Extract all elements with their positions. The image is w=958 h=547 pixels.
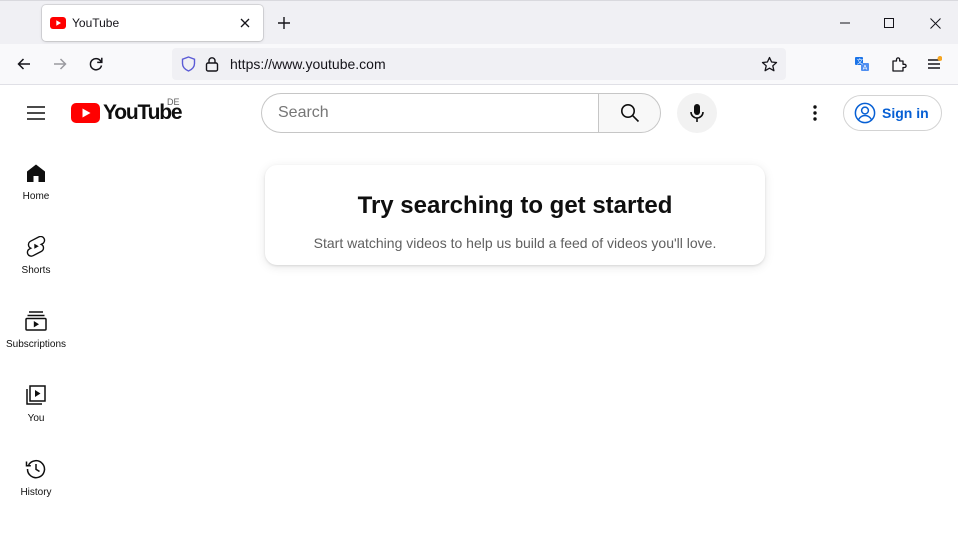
sidebar-item-label: Home bbox=[22, 191, 50, 202]
empty-state-subtitle: Start watching videos to help us build a… bbox=[313, 235, 717, 251]
mini-guide-sidebar: Home Shorts Subscriptions You History bbox=[0, 141, 72, 511]
microphone-icon bbox=[690, 104, 704, 122]
translate-button[interactable]: 文A bbox=[848, 50, 876, 78]
reload-icon bbox=[89, 57, 103, 71]
browser-tab-youtube[interactable]: YouTube bbox=[42, 5, 263, 41]
account-circle-icon bbox=[854, 102, 876, 124]
sidebar-item-label: History bbox=[20, 487, 52, 498]
home-icon bbox=[24, 161, 48, 185]
new-tab-button[interactable] bbox=[272, 11, 296, 35]
extensions-button[interactable] bbox=[885, 50, 913, 78]
settings-more-button[interactable] bbox=[797, 95, 833, 131]
forward-arrow-icon bbox=[54, 58, 67, 70]
navigation-toolbar: https://www.youtube.com 文A bbox=[0, 44, 958, 85]
back-button[interactable] bbox=[10, 50, 38, 78]
plus-icon bbox=[278, 17, 290, 29]
history-icon bbox=[24, 457, 48, 481]
youtube-page: YouTube DE Sign in Home Shorts bbox=[0, 85, 958, 547]
sidebar-item-history[interactable]: History bbox=[0, 437, 72, 511]
more-vert-icon bbox=[813, 105, 817, 121]
youtube-logo[interactable]: YouTube DE bbox=[71, 97, 183, 126]
empty-feed-card: Try searching to get started Start watch… bbox=[265, 165, 765, 265]
sidebar-item-label: Shorts bbox=[21, 265, 51, 276]
shorts-icon bbox=[24, 235, 48, 259]
sidebar-item-you[interactable]: You bbox=[0, 363, 72, 437]
shield-icon[interactable] bbox=[176, 52, 200, 76]
voice-search-button[interactable] bbox=[677, 93, 717, 133]
back-arrow-icon bbox=[17, 58, 30, 70]
translate-icon: 文A bbox=[855, 57, 869, 72]
reload-button[interactable] bbox=[82, 50, 110, 78]
sidebar-item-label: Subscriptions bbox=[5, 339, 67, 350]
forward-button[interactable] bbox=[46, 50, 74, 78]
sidebar-item-label: You bbox=[27, 413, 45, 424]
search-box bbox=[261, 93, 661, 133]
star-icon[interactable] bbox=[757, 52, 781, 76]
close-icon bbox=[929, 17, 941, 29]
youtube-logo-icon bbox=[71, 103, 100, 123]
url-text: https://www.youtube.com bbox=[230, 56, 386, 72]
search-input[interactable] bbox=[261, 93, 598, 133]
youtube-favicon-icon bbox=[50, 15, 66, 31]
minimize-icon bbox=[840, 22, 850, 24]
guide-menu-button[interactable] bbox=[18, 95, 54, 131]
sign-in-button[interactable]: Sign in bbox=[843, 95, 942, 131]
maximize-icon bbox=[884, 18, 894, 28]
maximize-button[interactable] bbox=[866, 1, 912, 45]
app-menu-button[interactable] bbox=[920, 50, 948, 78]
tab-close-icon[interactable] bbox=[235, 13, 255, 33]
extensions-icon bbox=[892, 57, 907, 72]
menu-icon bbox=[928, 56, 942, 69]
tab-strip: YouTube bbox=[0, 0, 958, 44]
sidebar-item-subscriptions[interactable]: Subscriptions bbox=[0, 289, 72, 363]
country-code: DE bbox=[167, 97, 180, 107]
search-button[interactable] bbox=[598, 93, 661, 133]
subscriptions-icon bbox=[24, 309, 48, 333]
close-window-button[interactable] bbox=[912, 1, 958, 45]
hamburger-menu-icon bbox=[27, 106, 45, 120]
svg-text:A: A bbox=[863, 64, 868, 72]
sidebar-item-shorts[interactable]: Shorts bbox=[0, 215, 72, 289]
sign-in-label: Sign in bbox=[882, 105, 929, 121]
tab-title: YouTube bbox=[72, 16, 120, 30]
empty-state-title: Try searching to get started bbox=[357, 192, 673, 219]
you-library-icon bbox=[24, 383, 48, 407]
sidebar-item-home[interactable]: Home bbox=[0, 141, 72, 215]
search-icon bbox=[620, 104, 639, 123]
minimize-button[interactable] bbox=[822, 1, 868, 45]
address-bar[interactable]: https://www.youtube.com bbox=[172, 48, 786, 80]
lock-icon[interactable] bbox=[200, 52, 224, 76]
